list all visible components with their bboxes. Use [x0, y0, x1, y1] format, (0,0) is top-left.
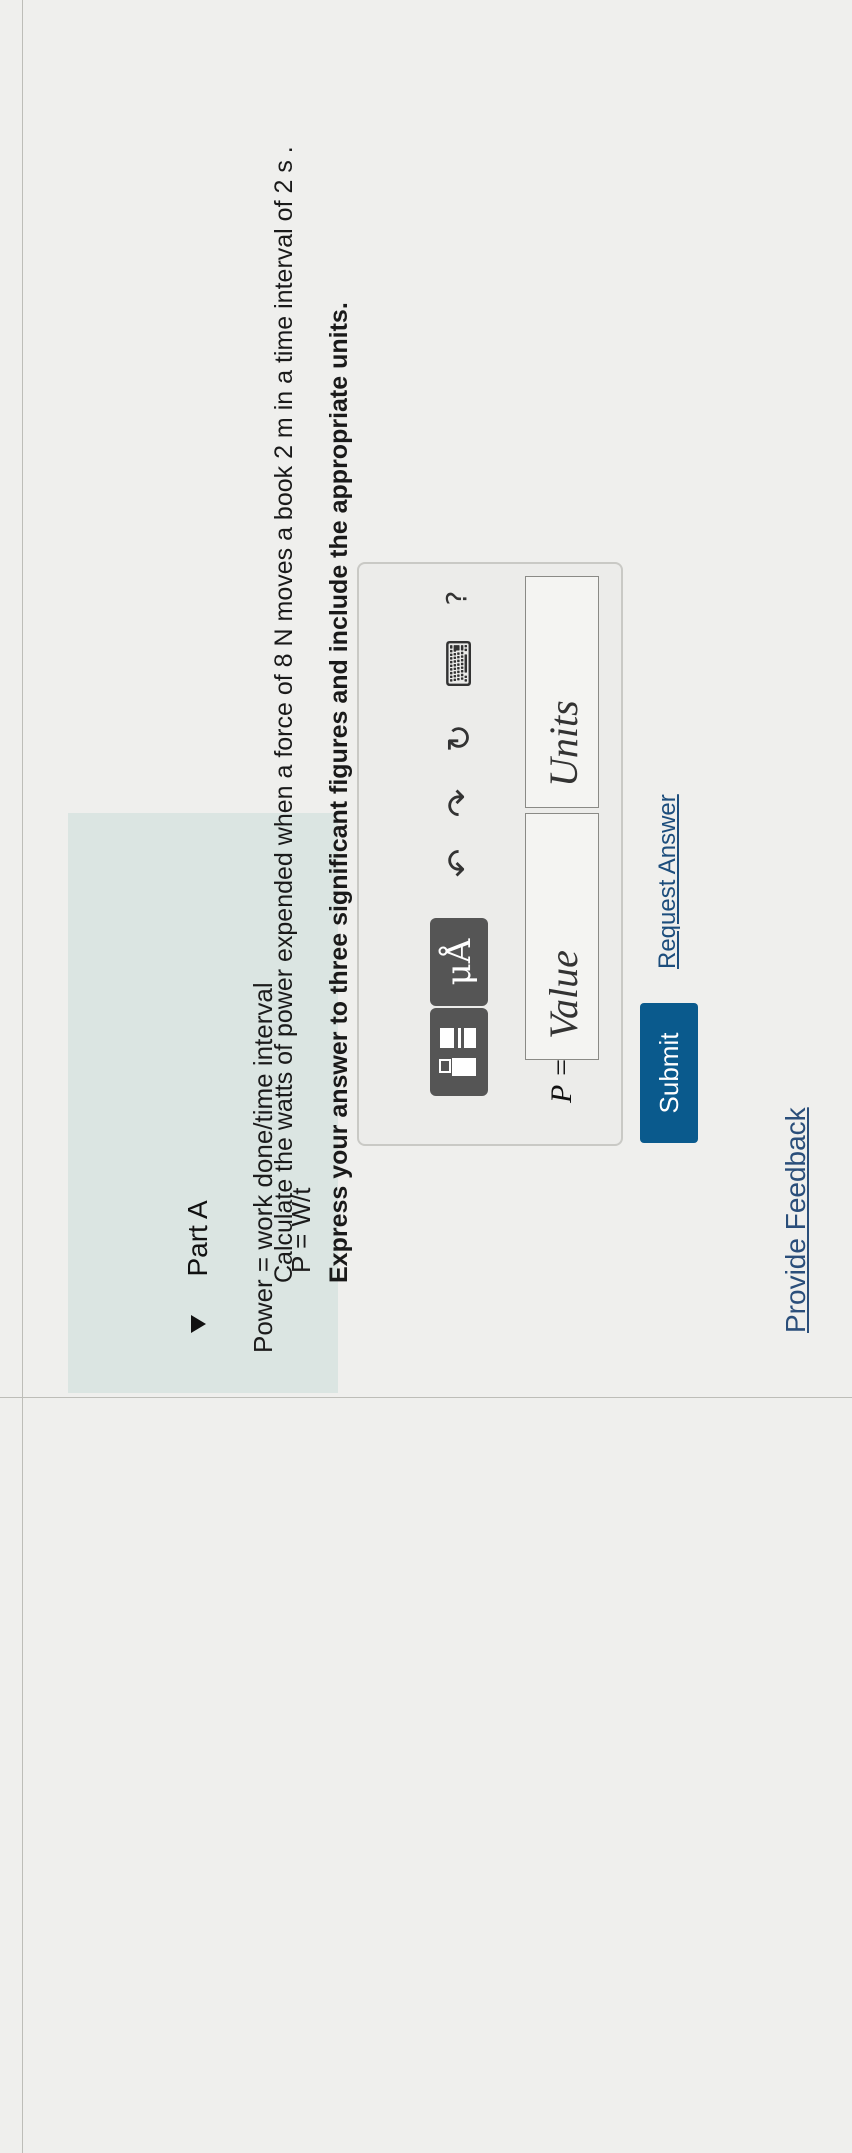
keyboard-icon[interactable]: ⌨ — [440, 639, 480, 688]
part-title: Part A — [182, 1200, 213, 1277]
question-text: Calculate the watts of power expended wh… — [270, 146, 298, 1283]
value-input[interactable]: Value — [525, 813, 599, 1060]
units-placeholder: Units — [541, 700, 586, 787]
top-border — [22, 0, 23, 2153]
undo-icon[interactable]: ↶ — [440, 843, 480, 883]
reset-icon[interactable]: ↻ — [440, 718, 480, 758]
rotated-screen: Power = work done/time interval P = W/t … — [0, 0, 852, 2153]
help-icon[interactable]: ? — [440, 578, 473, 618]
request-answer-link[interactable]: Request Answer — [654, 794, 682, 969]
panel-divider — [0, 1397, 852, 1398]
value-placeholder: Value — [541, 950, 586, 1039]
variable-label: P = — [545, 1057, 578, 1103]
submit-button[interactable]: Submit — [640, 1003, 698, 1143]
redo-icon[interactable]: ↷ — [440, 783, 480, 823]
templates-button[interactable] — [430, 1008, 488, 1096]
collapse-triangle-icon[interactable] — [190, 1315, 206, 1333]
units-symbol-button[interactable]: μÅ — [430, 918, 488, 1006]
units-input[interactable]: Units — [525, 576, 599, 808]
part-a-header[interactable]: Part A — [182, 1200, 214, 1333]
instruction-text: Express your answer to three significant… — [325, 302, 353, 1283]
provide-feedback-link[interactable]: Provide Feedback — [780, 1107, 812, 1333]
templates-icon — [439, 1028, 476, 1076]
